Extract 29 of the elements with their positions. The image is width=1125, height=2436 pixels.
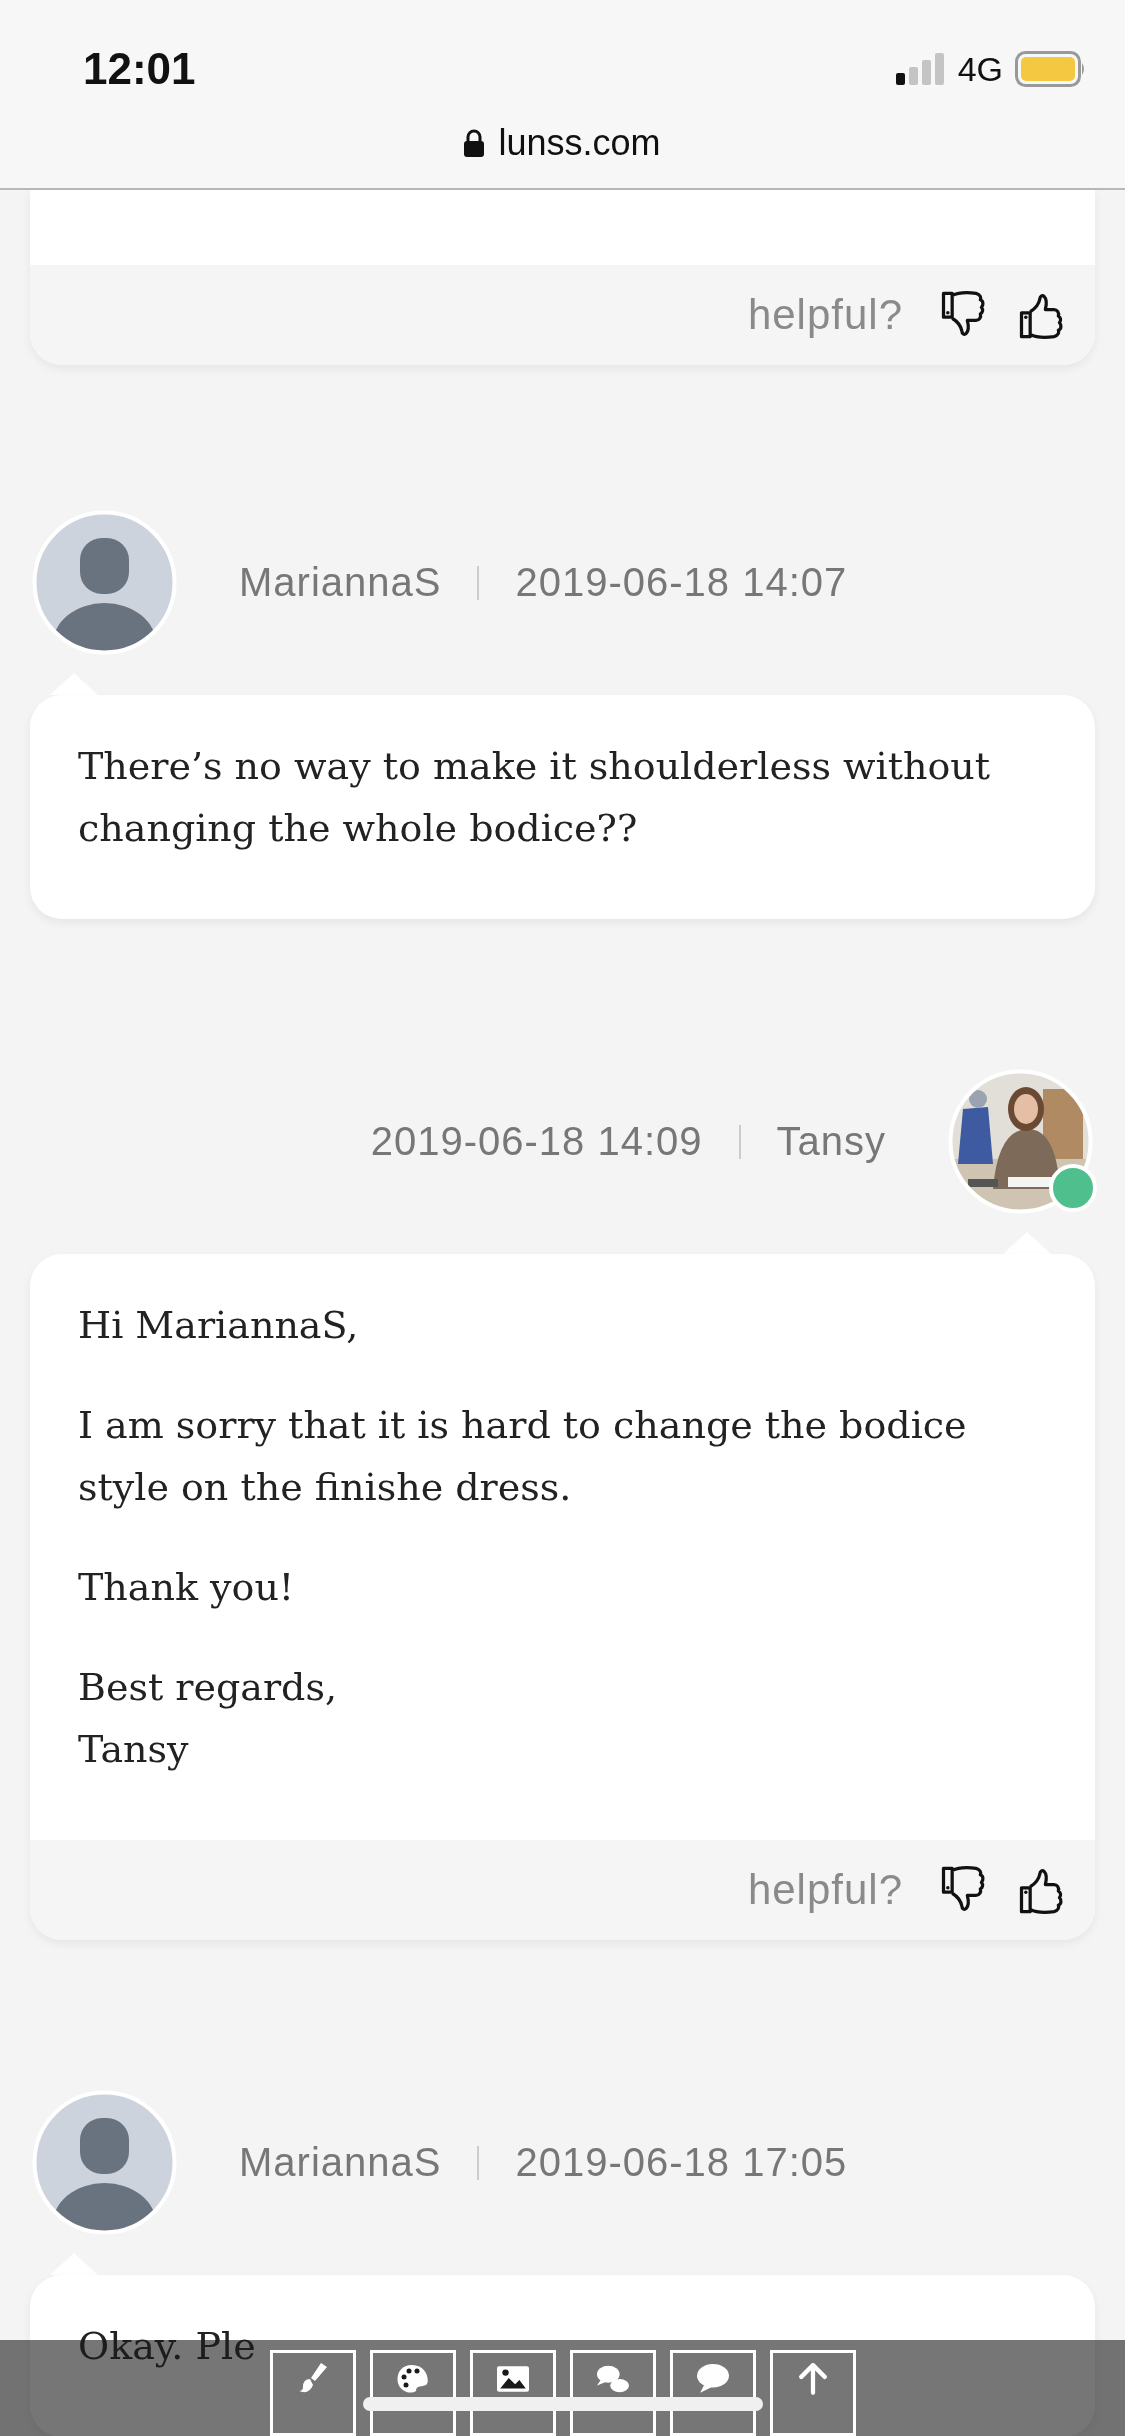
helpful-label: helpful? (747, 1866, 903, 1914)
toolbar-button[interactable] (769, 2350, 856, 2436)
signal-icon (895, 53, 946, 85)
toolbar-button[interactable] (569, 2350, 656, 2436)
author-name: MariannaS (239, 560, 442, 605)
chat-bubble-icon (696, 2363, 729, 2395)
message-text: There’s no way to make it shoulderless without changing the whole bodice?? (78, 743, 992, 852)
lock-icon (464, 129, 485, 157)
url-text[interactable]: lunss.com (498, 122, 661, 164)
up-arrow-icon (796, 2363, 829, 2395)
author-name: MariannaS (239, 2140, 442, 2185)
network-label: 4G (957, 49, 1003, 89)
toolbar-button[interactable] (269, 2350, 356, 2436)
message-text: I am sorry that it is hard to change the bodice style on the finishe dress. (78, 1402, 968, 1511)
helpful-label: helpful? (747, 291, 903, 339)
chat-bubbles-icon (596, 2363, 629, 2395)
author-name: Tansy (776, 1119, 886, 1164)
message-timestamp: 2019-06-18 14:09 (370, 1119, 703, 1164)
image-icon (496, 2363, 529, 2395)
palette-icon (396, 2363, 429, 2395)
message-text: Thank you! (78, 1564, 296, 1611)
battery-icon (1015, 51, 1087, 87)
toolbar-button[interactable] (669, 2350, 756, 2436)
online-status-dot (1049, 1164, 1097, 1212)
message-timestamp: 2019-06-18 14:07 (515, 560, 848, 605)
message-text: Best regards, Tansy (78, 1664, 338, 1773)
status-time: 12:01 (83, 44, 196, 94)
message-timestamp: 2019-06-18 17:05 (515, 2140, 848, 2185)
message-text: Hi MariannaS, (78, 1302, 360, 1349)
